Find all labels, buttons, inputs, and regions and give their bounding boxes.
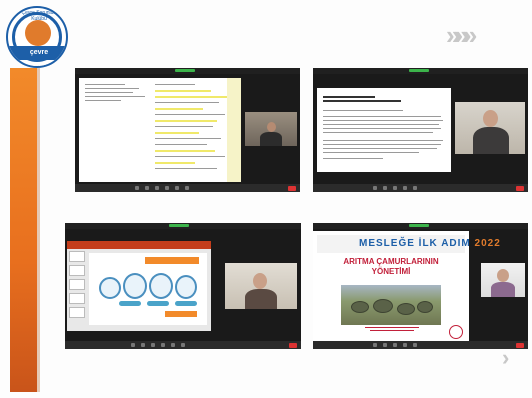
meeting-topbar <box>75 68 300 74</box>
meeting-topbar <box>65 223 301 229</box>
meeting-screenshot-3 <box>65 223 301 349</box>
poster-year: 2022 <box>474 238 501 249</box>
side-bar-shadow <box>37 68 40 392</box>
document-side-panel <box>227 78 241 182</box>
chevrons-icon: »»» <box>446 20 477 50</box>
poster-header: MESLEĞE İLK ADIM 2022 <box>317 235 500 253</box>
slide-thumbnails <box>69 251 85 321</box>
share-indicator <box>169 224 189 227</box>
meeting-screenshot-2 <box>313 68 528 192</box>
windows-taskbar <box>65 341 301 349</box>
poster-title: ARITMA ÇAMURLARININ YÖNETİMİ <box>323 257 459 277</box>
current-slide <box>89 253 207 325</box>
webcam-tile <box>455 102 525 154</box>
treatment-plant-photo <box>341 285 441 325</box>
shared-document <box>79 78 241 182</box>
windows-taskbar <box>313 184 528 192</box>
meeting-screenshot-1 <box>75 68 300 192</box>
next-arrow-icon[interactable]: › <box>502 346 509 370</box>
logo-core <box>25 20 51 46</box>
meeting-topbar <box>313 223 528 229</box>
end-meeting-button[interactable] <box>288 186 296 191</box>
end-meeting-button[interactable] <box>289 343 297 348</box>
poster-title-line2: YÖNETİMİ <box>371 267 411 276</box>
webcam-tile <box>481 263 525 297</box>
meeting-screenshot-4: MESLEĞE İLK ADIM 2022 ARITMA ÇAMURLARINI… <box>313 223 528 349</box>
event-poster: MESLEĞE İLK ADIM 2022 ARITMA ÇAMURLARINI… <box>313 231 500 343</box>
webcam-tile <box>245 112 297 146</box>
share-indicator <box>409 224 429 227</box>
windows-taskbar <box>313 341 528 349</box>
orange-side-bar <box>10 68 37 392</box>
share-indicator <box>175 69 195 72</box>
poster-title-line1: ARITMA ÇAMURLARININ <box>343 257 439 266</box>
shared-document <box>317 88 451 172</box>
poster-brand: MESLEĞE İLK ADIM <box>359 238 471 249</box>
share-indicator <box>409 69 429 72</box>
meeting-topbar <box>313 68 528 74</box>
powerpoint-ribbon <box>67 241 211 249</box>
windows-taskbar <box>75 184 300 192</box>
presenter-credit <box>365 327 419 333</box>
slide-page: Çevre Sorunları Kulübü çevre mühendisliğ… <box>0 0 532 398</box>
powerpoint-window <box>67 241 211 331</box>
end-meeting-button[interactable] <box>516 186 524 191</box>
logo-band-text: çevre mühendisliği <box>8 46 66 66</box>
club-logo: Çevre Sorunları Kulübü çevre mühendisliğ… <box>6 6 68 68</box>
event-badge-icon <box>449 325 463 339</box>
webcam-tile <box>225 263 297 309</box>
end-meeting-button[interactable] <box>516 343 524 348</box>
